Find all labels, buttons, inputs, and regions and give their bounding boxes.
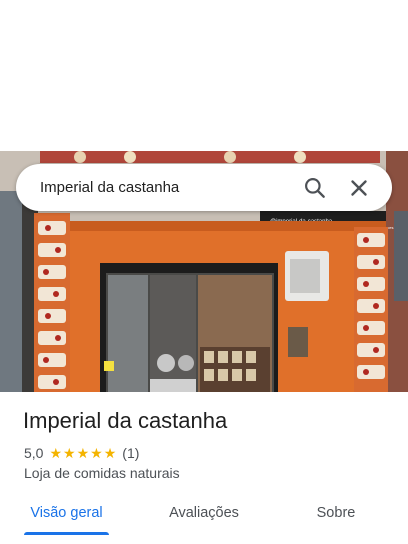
star-icon: ★	[63, 445, 76, 461]
search-bar[interactable]: Imperial da castanha	[16, 164, 392, 211]
rating-stars: ★ ★ ★ ★ ★	[49, 446, 117, 460]
tab-about[interactable]: Sobre	[306, 492, 366, 536]
search-icon	[305, 178, 325, 198]
star-icon: ★	[90, 445, 103, 461]
place-tabs: Visão geral Avaliações Sobre	[0, 492, 408, 536]
search-button[interactable]	[302, 175, 328, 201]
place-title: Imperial da castanha	[23, 408, 228, 433]
search-input[interactable]: Imperial da castanha	[40, 164, 179, 211]
active-tab-indicator	[24, 532, 109, 535]
place-category: Loja de comidas naturais	[24, 465, 180, 481]
rating-value: 5,0	[24, 445, 44, 461]
clear-search-button[interactable]	[346, 175, 372, 201]
close-icon	[351, 180, 367, 196]
tab-reviews[interactable]: Avaliações	[158, 492, 250, 536]
star-icon: ★	[49, 445, 63, 461]
star-icon: ★	[103, 445, 117, 461]
review-count-link[interactable]: (1)	[122, 445, 139, 461]
star-icon: ★	[76, 445, 90, 461]
rating-row[interactable]: 5,0 ★ ★ ★ ★ ★ (1)	[24, 444, 139, 462]
tab-overview[interactable]: Visão geral	[24, 492, 109, 536]
